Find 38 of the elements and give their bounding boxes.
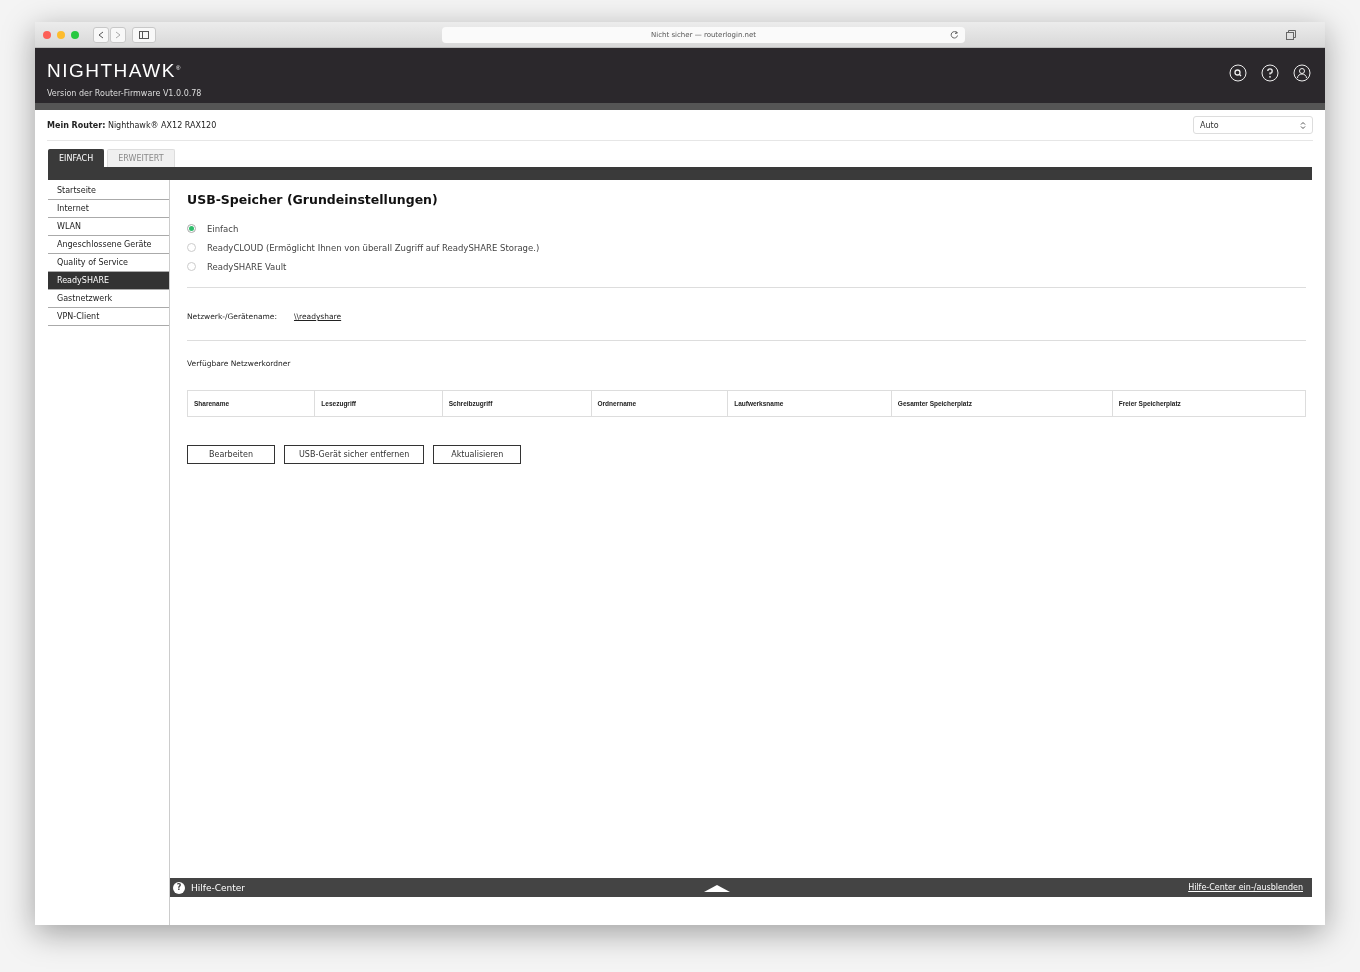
reload-icon[interactable] bbox=[950, 29, 959, 39]
sidebar-item[interactable]: Internet bbox=[48, 200, 169, 218]
sidebar-icon bbox=[139, 30, 149, 39]
sidebar-item[interactable]: ReadySHARE bbox=[48, 272, 169, 290]
chevron-right-icon bbox=[115, 30, 121, 39]
forward-button[interactable] bbox=[110, 26, 126, 43]
maximize-icon[interactable] bbox=[71, 30, 79, 39]
close-icon[interactable] bbox=[43, 30, 51, 39]
sidebar-item[interactable]: Gastnetzwerk bbox=[48, 290, 169, 308]
chevron-left-icon bbox=[98, 30, 104, 39]
tab[interactable]: EINFACH bbox=[48, 149, 105, 167]
nighthawk-logo: NIGHTHAWK$^{®}$ bbox=[47, 60, 182, 82]
help-center-label: Hilfe-Center bbox=[191, 882, 245, 893]
radio-button[interactable] bbox=[187, 224, 196, 233]
action-button[interactable]: Bearbeiten bbox=[187, 445, 275, 464]
action-button[interactable]: Aktualisieren bbox=[433, 445, 522, 464]
router-name: Mein Router: Nighthawk® AX12 RAX120 bbox=[47, 120, 217, 130]
updown-arrows-icon bbox=[1300, 120, 1306, 130]
radio-label: Einfach bbox=[207, 223, 239, 234]
sidebar-button[interactable] bbox=[132, 26, 156, 43]
help-toggle-link[interactable]: Hilfe-Center ein-/ausblenden bbox=[1188, 883, 1303, 892]
sidebar-item[interactable]: VPN-Client bbox=[48, 308, 169, 326]
firmware-version: Version der Router-Firmware V1.0.0.78 bbox=[47, 89, 202, 98]
user-icon[interactable] bbox=[1293, 64, 1311, 82]
expand-arrow-icon[interactable] bbox=[703, 883, 730, 892]
search-icon[interactable] bbox=[1229, 64, 1247, 82]
sidebar-item[interactable]: Angeschlossene Geräte bbox=[48, 236, 169, 254]
radio-label: ReadyCLOUD (Ermöglicht Ihnen von überall Zugriff auf ReadySHARE Storage.) bbox=[207, 242, 540, 253]
back-button[interactable] bbox=[93, 26, 109, 43]
sidebar-item[interactable]: Startseite bbox=[48, 182, 169, 200]
page-title: USB-Speicher (Grundeinstellungen) bbox=[187, 192, 439, 207]
radio-label: ReadySHARE Vault bbox=[207, 261, 287, 272]
sidebar-item[interactable]: WLAN bbox=[48, 218, 169, 236]
tabs-icon[interactable] bbox=[1285, 28, 1297, 41]
language-select[interactable]: Auto bbox=[1193, 116, 1313, 134]
help-icon[interactable]: ? bbox=[173, 881, 185, 894]
action-button[interactable]: USB-Gerät sicher entfernen bbox=[284, 445, 425, 464]
help-icon[interactable] bbox=[1261, 64, 1279, 82]
